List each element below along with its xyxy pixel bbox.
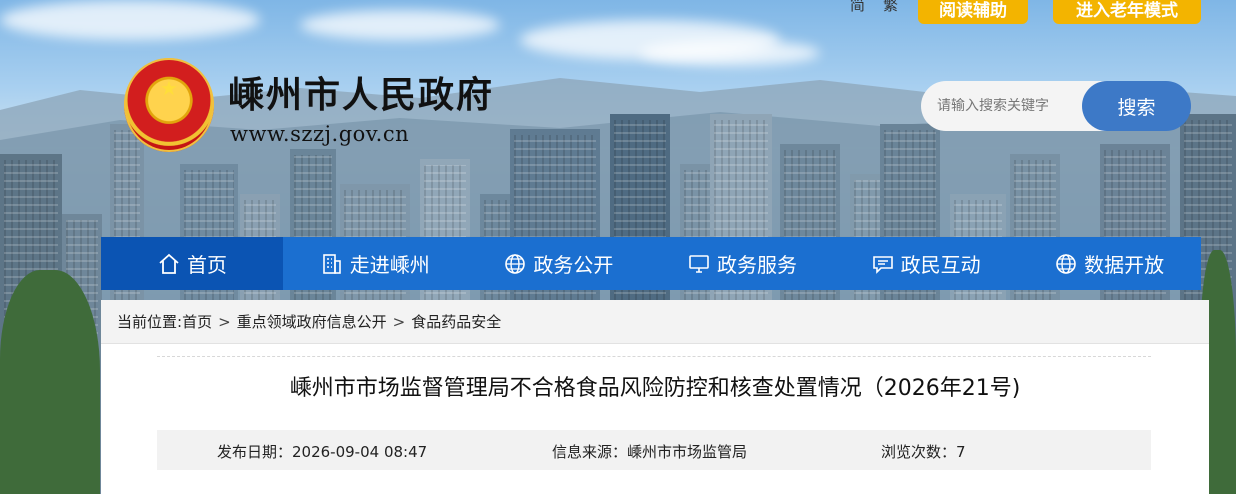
nav-item-home[interactable]: 首页 [101, 237, 283, 290]
nav-item-open-data[interactable]: 数据开放 [1017, 237, 1201, 290]
main-nav: 首页 走进嵊州 政务公开 政务服务 政民互动 数据开放 [101, 237, 1201, 290]
nav-item-about[interactable]: 走进嵊州 [283, 237, 467, 290]
article-title: 嵊州市市场监督管理局不合格食品风险防控和核查处置情况（2026年21号) [289, 376, 1021, 401]
nav-item-label: 政民互动 [900, 253, 981, 277]
site-url: www.szzj.gov.cn [230, 122, 410, 146]
breadcrumb-section-link[interactable]: 重点领域政府信息公开 [237, 311, 387, 332]
site-title[interactable]: 嵊州市人民政府 [228, 66, 494, 118]
search-button[interactable]: 搜索 [1082, 81, 1191, 131]
nav-item-label: 政务公开 [533, 253, 614, 277]
nav-item-label: 数据开放 [1084, 253, 1165, 277]
nav-item-gov-services[interactable]: 政务服务 [650, 237, 834, 290]
view-count: 浏览次数：7 [881, 443, 966, 461]
breadcrumb-separator: > [392, 312, 406, 331]
nav-item-interaction[interactable]: 政民互动 [834, 237, 1018, 290]
national-emblem-logo[interactable]: ★ [124, 58, 214, 152]
star-icon: ★ [160, 76, 178, 100]
breadcrumb-category-link[interactable]: 食品药品安全 [411, 311, 501, 332]
nav-item-gov-affairs-open[interactable]: 政务公开 [467, 237, 651, 290]
divider [157, 356, 1151, 357]
nav-item-label: 首页 [187, 253, 227, 277]
monitor-icon [689, 254, 709, 273]
chat-icon [872, 255, 893, 274]
breadcrumb-home-link[interactable]: 首页 [182, 311, 212, 332]
globe-icon [1056, 253, 1076, 274]
breadcrumb: 当前位置: 首页 > 重点领域政府信息公开 > 食品药品安全 [101, 300, 1209, 344]
traditional-chinese-link[interactable]: 繁 [883, 0, 898, 15]
elder-mode-button[interactable]: 进入老年模式 [1053, 0, 1201, 24]
nav-item-label: 走进嵊州 [349, 253, 430, 277]
article-panel: 嵊州市市场监督管理局不合格食品风险防控和核查处置情况（2026年21号) 发布日… [101, 344, 1209, 494]
breadcrumb-prefix: 当前位置: [117, 313, 183, 331]
info-source: 信息来源：嵊州市市场监管局 [552, 443, 748, 461]
article-meta: 发布日期：2026-09-04 08:47 信息来源：嵊州市市场监管局 浏览次数… [157, 430, 1151, 470]
simplified-chinese-link[interactable]: 简 [850, 0, 865, 15]
home-icon [159, 253, 179, 274]
building-icon [322, 253, 341, 274]
reading-aid-button[interactable]: 阅读辅助 [918, 0, 1028, 24]
breadcrumb-separator: > [218, 312, 231, 331]
globe-icon [505, 253, 526, 274]
publish-date: 发布日期：2026-09-04 08:47 [217, 443, 428, 461]
nav-item-label: 政务服务 [716, 253, 797, 277]
